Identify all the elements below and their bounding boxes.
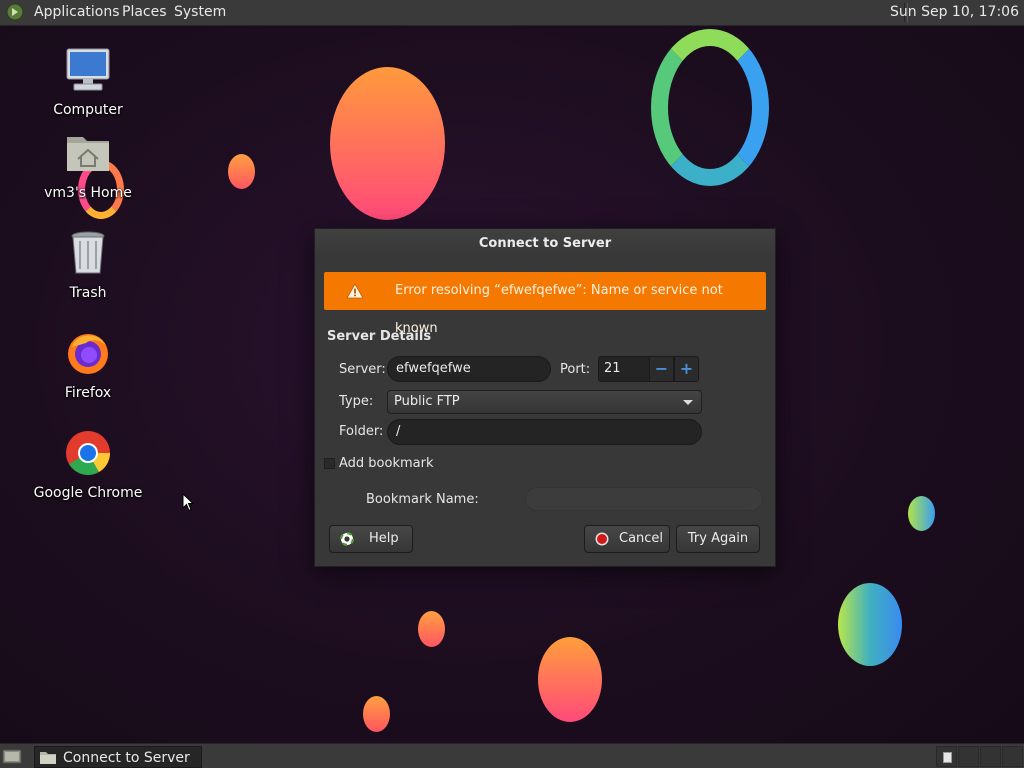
cancel-button[interactable]: Cancel [584, 525, 670, 553]
dropdown-arrow-icon [683, 400, 693, 405]
desktop-icon-label: Google Chrome [33, 485, 143, 501]
panel-clock[interactable]: Sun Sep 10, 17:06 [890, 4, 1019, 21]
help-lifebuoy-icon [340, 532, 354, 546]
desktop-icon-firefox[interactable]: Firefox [28, 329, 148, 401]
connect-to-server-dialog: Connect to Server Error resolving “efwef… [314, 228, 776, 567]
type-combobox-value: Public FTP [394, 394, 460, 409]
taskbar-item-label: Connect to Server [63, 750, 190, 766]
try-again-button[interactable]: Try Again [676, 525, 760, 553]
desktop-icon-trash[interactable]: Trash [28, 229, 148, 301]
mouse-pointer-icon [182, 493, 194, 512]
wallpaper-ring [651, 29, 769, 186]
workspace-2[interactable] [958, 746, 979, 767]
port-input[interactable]: 21 [598, 356, 650, 382]
port-label: Port: [560, 362, 591, 377]
desktop-icon-label: Trash [69, 285, 107, 301]
error-message: Error resolving “efwefqefwe”: Name or se… [395, 283, 723, 336]
bottom-panel: Connect to Server [0, 743, 1024, 768]
help-button[interactable]: Help [329, 525, 413, 553]
warning-icon [346, 283, 364, 299]
try-again-button-label: Try Again [687, 531, 749, 546]
desktop-icon-label: vm3's Home [44, 185, 132, 201]
desktop-icon-chrome[interactable]: Google Chrome [28, 429, 148, 501]
bookmark-name-input[interactable] [525, 487, 763, 511]
show-desktop-icon[interactable] [2, 747, 22, 765]
workspace-4[interactable] [1002, 746, 1023, 767]
wallpaper-blob [538, 637, 602, 722]
port-spinbutton: 21 − + [598, 356, 702, 382]
type-combobox[interactable]: Public FTP [387, 390, 702, 414]
cancel-button-label: Cancel [619, 531, 664, 546]
wallpaper-blob [838, 583, 902, 666]
add-bookmark-checkbox[interactable] [324, 458, 335, 469]
type-label: Type: [339, 394, 374, 409]
menu-system[interactable]: System [174, 4, 226, 21]
top-panel: Applications Places System Sun Sep 10, 1… [0, 0, 1024, 26]
desktop-icon-home[interactable]: vm3's Home [28, 129, 148, 201]
server-label: Server: [339, 362, 386, 377]
wallpaper-blob [418, 611, 445, 647]
wallpaper-blob [363, 696, 390, 732]
distro-logo-icon[interactable] [6, 3, 24, 21]
menu-places[interactable]: Places [122, 4, 167, 21]
trash-icon [71, 231, 105, 274]
port-decrement-button[interactable]: − [649, 356, 674, 382]
menu-applications[interactable]: Applications [34, 4, 120, 21]
home-folder-icon [67, 137, 109, 171]
workspace-3[interactable] [980, 746, 1001, 767]
wallpaper-blob [908, 496, 935, 531]
taskbar-item-connect-to-server[interactable]: Connect to Server [34, 746, 202, 768]
folder-input[interactable]: / [387, 419, 702, 445]
folder-icon [40, 752, 56, 764]
workspace-1[interactable] [936, 746, 957, 767]
chrome-icon [66, 431, 110, 475]
firefox-icon [68, 334, 108, 374]
server-input[interactable]: efwefqefwe [387, 356, 551, 382]
workspace-window-marker [943, 752, 952, 763]
desktop-icon-computer[interactable]: Computer [28, 46, 148, 118]
desktop-icon-label: Computer [53, 102, 123, 118]
wallpaper-blob [228, 154, 255, 189]
wallpaper-blob [330, 67, 445, 220]
add-bookmark-label[interactable]: Add bookmark [339, 454, 434, 474]
bookmark-name-label: Bookmark Name: [366, 492, 479, 507]
cancel-icon [595, 532, 609, 546]
port-increment-button[interactable]: + [674, 356, 699, 382]
dialog-title[interactable]: Connect to Server [315, 229, 775, 259]
error-infobar: Error resolving “efwefqefwe”: Name or se… [324, 272, 766, 336]
server-details-heading: Server Details [327, 329, 432, 344]
help-button-label: Help [369, 531, 399, 546]
desktop-icon-label: Firefox [64, 385, 112, 401]
folder-label: Folder: [339, 424, 384, 439]
computer-icon [66, 48, 110, 91]
